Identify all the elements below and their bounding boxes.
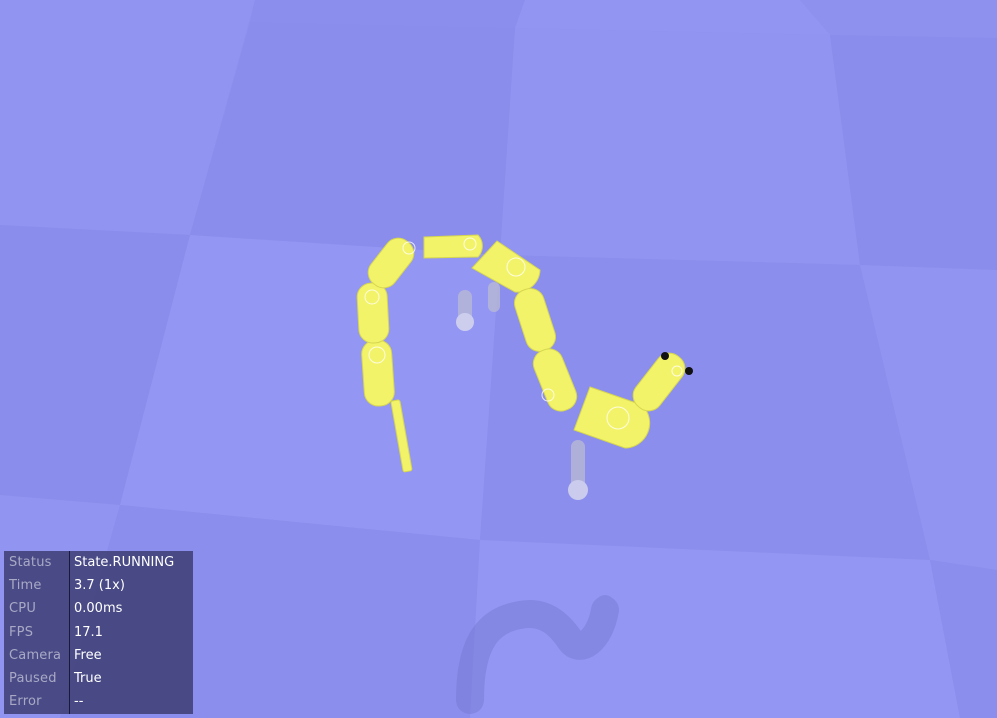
camera-key: Camera: [9, 647, 62, 663]
error-value: --: [74, 694, 84, 710]
robot-eye-icon: [661, 352, 669, 360]
status-panel: Status Time CPU FPS Camera Paused Error …: [4, 551, 193, 714]
status-panel-values: State.RUNNING 3.7 (1x) 0.00ms 17.1 Free …: [70, 551, 193, 714]
status-value: State.RUNNING: [74, 555, 175, 570]
time-key: Time: [9, 578, 42, 594]
status-key: Status: [9, 555, 52, 570]
cpu-key: CPU: [9, 601, 37, 617]
fps-key: FPS: [9, 624, 34, 640]
time-value: 3.7 (1x): [74, 578, 125, 594]
robot-eye-icon: [685, 367, 693, 375]
status-panel-keys: Status Time CPU FPS Camera Paused Error: [4, 551, 70, 714]
simulation-viewport[interactable]: Status Time CPU FPS Camera Paused Error …: [0, 0, 997, 718]
cpu-value: 0.00ms: [74, 601, 123, 617]
camera-value: Free: [74, 647, 102, 663]
paused-value: True: [74, 670, 102, 686]
fps-value: 17.1: [74, 624, 103, 640]
paused-key: Paused: [9, 670, 57, 686]
error-key: Error: [9, 694, 42, 710]
